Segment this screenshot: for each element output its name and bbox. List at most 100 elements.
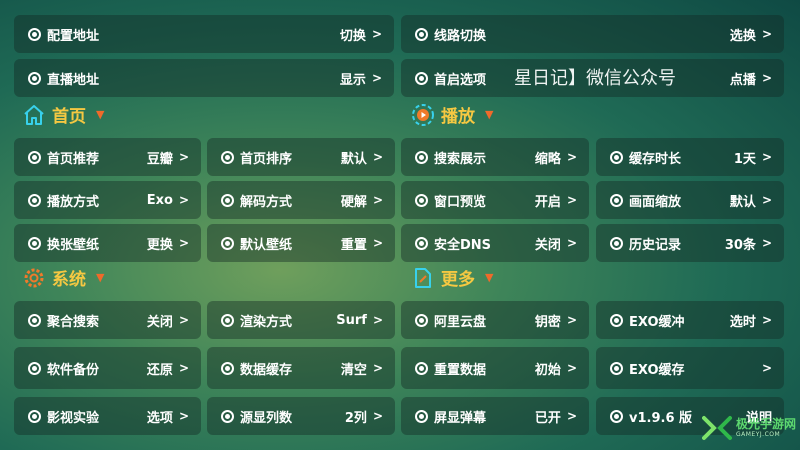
row-label: 线路切换 xyxy=(434,28,487,44)
row-label: 阿里云盘 xyxy=(434,314,487,330)
radio-icon xyxy=(415,361,428,375)
chevron-right-icon: > xyxy=(761,361,772,375)
triangle-down-icon: ▼ xyxy=(96,271,105,284)
row-label: v1.9.6 版 xyxy=(629,410,693,426)
triangle-down-icon: ▼ xyxy=(96,108,105,121)
play-mode-row[interactable]: 播放方式 Exo > xyxy=(14,181,201,219)
default-wallpaper-row[interactable]: 默认壁纸 重置 > xyxy=(207,224,395,262)
home-recommend-row[interactable]: 首页推荐 豆瓣 > xyxy=(14,138,201,176)
row-label: 影视实验 xyxy=(47,410,100,426)
search-display-row[interactable]: 搜索展示 缩略 > xyxy=(401,138,589,176)
history-row[interactable]: 历史记录 30条 > xyxy=(596,224,784,262)
chevron-right-icon: > xyxy=(566,236,577,250)
triangle-down-icon: ▼ xyxy=(485,271,494,284)
radio-icon xyxy=(28,27,41,41)
section-title: 播放 xyxy=(441,107,475,127)
chevron-right-icon: > xyxy=(178,150,189,164)
data-cache-row[interactable]: 数据缓存 清空 > xyxy=(207,347,395,389)
row-value: Exo xyxy=(146,192,173,208)
route-switch-row[interactable]: 线路切换 选换 > xyxy=(401,15,784,53)
cache-time-row[interactable]: 缓存时长 1天 > xyxy=(596,138,784,176)
radio-icon xyxy=(28,236,41,250)
gear-icon xyxy=(24,268,44,287)
chevron-right-icon: > xyxy=(566,313,577,327)
row-label: 屏显弹幕 xyxy=(434,410,487,426)
render-mode-row[interactable]: 渲染方式 Surf > xyxy=(207,301,395,339)
exo-buffer-row[interactable]: EXO缓冲 选时 > xyxy=(596,301,784,339)
radio-icon xyxy=(221,150,234,164)
row-label: 播放方式 xyxy=(47,194,100,210)
reset-data-row[interactable]: 重置数据 初始 > xyxy=(401,347,589,389)
chevron-right-icon: > xyxy=(178,236,189,250)
section-more: 更多 ▼ xyxy=(411,265,493,290)
wallpaper-switch-row[interactable]: 换张壁纸 更换 > xyxy=(14,224,201,262)
safe-dns-row[interactable]: 安全DNS 关闭 > xyxy=(401,224,589,262)
watermark-text: 极光手游网 xyxy=(736,417,797,431)
row-label: 首启选项 xyxy=(434,72,487,88)
row-label: 默认壁纸 xyxy=(240,237,293,253)
row-label: 重置数据 xyxy=(434,362,487,378)
row-value: 切换 xyxy=(339,28,366,44)
radio-icon xyxy=(415,27,428,41)
section-home: 首页 ▼ xyxy=(22,102,104,127)
radio-icon xyxy=(415,409,428,423)
chevron-right-icon: > xyxy=(372,193,383,207)
picture-scale-row[interactable]: 画面缩放 默认 > xyxy=(596,181,784,219)
radio-icon xyxy=(28,71,41,85)
row-value: 点播 xyxy=(729,72,756,88)
chevron-right-icon: > xyxy=(761,236,772,250)
radio-icon xyxy=(610,193,623,207)
row-value: 开启 xyxy=(534,194,561,210)
home-sort-row[interactable]: 首页排序 默认 > xyxy=(207,138,395,176)
decode-mode-row[interactable]: 解码方式 硬解 > xyxy=(207,181,395,219)
row-label: 搜索展示 xyxy=(434,151,487,167)
watermark-x-icon xyxy=(702,416,732,440)
row-value: 缩略 xyxy=(534,151,561,167)
row-value: 1天 xyxy=(733,151,756,167)
row-label: 渲染方式 xyxy=(240,314,293,330)
row-label: 数据缓存 xyxy=(240,362,293,378)
row-label: 源显列数 xyxy=(240,410,293,426)
radio-icon xyxy=(415,71,428,85)
row-label: 直播地址 xyxy=(47,72,100,88)
row-value: 关闭 xyxy=(146,314,173,330)
radio-icon xyxy=(28,409,41,423)
chevron-right-icon: > xyxy=(761,71,772,85)
radio-icon xyxy=(28,193,41,207)
section-system: 系统 ▼ xyxy=(22,265,104,290)
row-label: 安全DNS xyxy=(434,237,492,253)
chevron-right-icon: > xyxy=(761,150,772,164)
row-value: 关闭 xyxy=(534,237,561,253)
source-columns-row[interactable]: 源显列数 2列 > xyxy=(207,397,395,435)
chevron-right-icon: > xyxy=(178,313,189,327)
aggregate-search-row[interactable]: 聚合搜索 关闭 > xyxy=(14,301,201,339)
row-label: 历史记录 xyxy=(629,237,682,253)
window-preview-row[interactable]: 窗口预览 开启 > xyxy=(401,181,589,219)
row-value: 初始 xyxy=(534,362,561,378)
row-value: 30条 xyxy=(724,237,756,253)
chevron-right-icon: > xyxy=(371,27,382,41)
radio-icon xyxy=(610,150,623,164)
chevron-right-icon: > xyxy=(372,313,383,327)
exo-cache-row[interactable]: EXO缓存 > xyxy=(596,347,784,389)
row-value: 还原 xyxy=(146,362,173,378)
config-url-row[interactable]: 配置地址 切换 > xyxy=(14,15,394,53)
chevron-right-icon: > xyxy=(372,409,383,423)
row-value: 硬解 xyxy=(340,194,367,210)
software-backup-row[interactable]: 软件备份 还原 > xyxy=(14,347,201,389)
radio-icon xyxy=(415,150,428,164)
radio-icon xyxy=(28,313,41,327)
row-value: 选时 xyxy=(729,314,756,330)
row-label: 换张壁纸 xyxy=(47,237,100,253)
section-play: 播放 ▼ xyxy=(411,102,493,127)
radio-icon xyxy=(221,361,234,375)
danmaku-row[interactable]: 屏显弹幕 已开 > xyxy=(401,397,589,435)
radio-icon xyxy=(221,313,234,327)
live-url-row[interactable]: 直播地址 显示 > xyxy=(14,59,394,97)
row-label: 首页推荐 xyxy=(47,151,100,167)
lab-row[interactable]: 影视实验 选项 > xyxy=(14,397,201,435)
radio-icon xyxy=(221,236,234,250)
chevron-right-icon: > xyxy=(761,313,772,327)
aliyun-drive-row[interactable]: 阿里云盘 钥密 > xyxy=(401,301,589,339)
radio-icon xyxy=(610,409,623,423)
